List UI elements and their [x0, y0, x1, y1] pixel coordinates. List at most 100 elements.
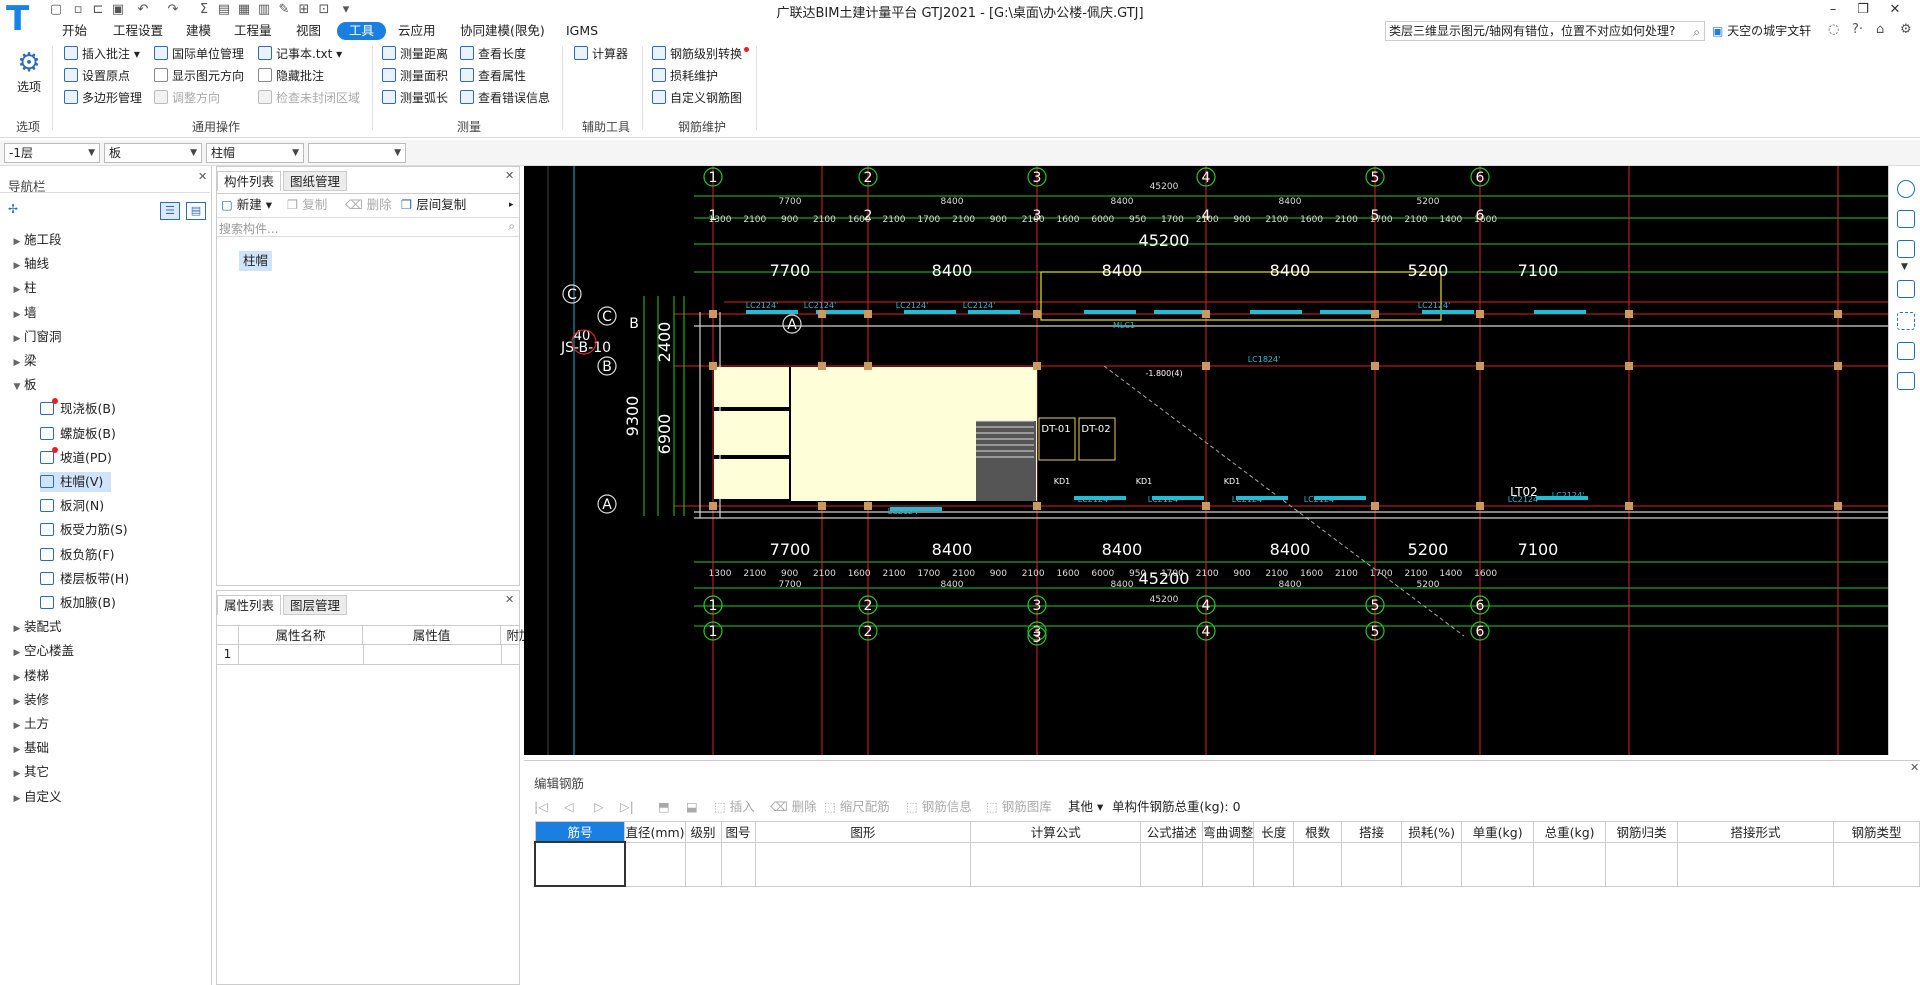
nav-item[interactable]: ▶ 其它 [0, 762, 210, 782]
cube-icon[interactable] [1897, 240, 1915, 258]
polygon-manage-button[interactable]: 多边形管理 [64, 88, 142, 108]
rebar-cell[interactable] [1140, 841, 1204, 887]
rebar-cell[interactable] [720, 841, 756, 887]
move-up-icon[interactable]: ⬒ [658, 797, 670, 817]
close-icon[interactable]: ✕ [1910, 761, 1919, 774]
nav-item[interactable]: ▶ 土方 [0, 714, 210, 734]
nav-sub-item[interactable]: 现浇板(B) [40, 398, 124, 419]
property-row[interactable]: 1 [217, 645, 519, 665]
menu-cloud[interactable]: 云应用 [392, 22, 442, 40]
floor-select[interactable]: -1层 ▼ [4, 143, 100, 163]
rebar-cell[interactable] [754, 841, 972, 887]
close-icon[interactable]: ✕ [1882, 0, 1908, 20]
new-component-button[interactable]: ▢ 新建 ▾ [221, 195, 272, 215]
other-dropdown[interactable]: 其他 ▾ [1068, 797, 1103, 817]
nav-item[interactable]: ▼ 板 [0, 375, 210, 395]
nav-sub-item[interactable]: 板加腋(B) [40, 593, 124, 613]
nav-sub-item[interactable]: 楼层板带(H) [40, 569, 137, 589]
rebar-cell[interactable] [1401, 841, 1463, 887]
rebar-info-button[interactable]: ⬚ 钢筋信息 [906, 797, 972, 817]
list-view-icon[interactable]: ☰ [160, 202, 180, 220]
cad-drawing-canvas[interactable]: 1 2 3 4 5 6 1 2 3 4 5 6 1 2 3 4 5 6 1 2 3 4 5 6 3 C C B B A A 7700 8400 8… [524, 166, 1888, 755]
more-arrow-icon[interactable]: ▸ [509, 195, 514, 215]
chat-icon[interactable]: ◌ [1828, 22, 1839, 37]
nav-item[interactable]: ▶ 楼梯 [0, 666, 210, 686]
nav-item[interactable]: ▶ 门窗洞 [0, 327, 210, 347]
nav-sub-item[interactable]: 螺旋板(B) [40, 424, 124, 444]
box-icon[interactable] [1897, 280, 1915, 298]
rebar-cell[interactable] [1605, 841, 1679, 887]
component-select[interactable]: ▼ [308, 143, 406, 163]
pin-icon[interactable]: ✢ [8, 202, 18, 216]
hide-comment-checkbox[interactable]: 隐藏批注 [258, 66, 324, 86]
menu-igms[interactable]: IGMS [560, 22, 604, 40]
fit-view-icon[interactable] [1897, 312, 1915, 330]
adjust-direction-button[interactable]: 调整方向 [154, 88, 220, 108]
copy-button[interactable]: ❐ 复制 [287, 195, 327, 215]
help-search-input[interactable]: 类层三维显示图元/轴网有错位，位置不对应如何处理? ⌕ [1385, 21, 1705, 41]
nav-item[interactable]: ▶ 柱 [0, 278, 210, 298]
rotate-icon[interactable] [1897, 342, 1915, 360]
rebar-cell[interactable] [970, 841, 1142, 887]
nav-item[interactable]: ▶ 自定义 [0, 787, 210, 807]
search-icon[interactable]: ⌕ [1693, 23, 1700, 40]
nav-item[interactable]: ▶ 轴线 [0, 254, 210, 274]
tab-layer-manage[interactable]: 图层管理 [283, 595, 348, 615]
rebar-grade-convert-button[interactable]: 钢筋级别转换 [652, 44, 750, 64]
unit-manage-button[interactable]: 国际单位管理 [154, 44, 244, 64]
custom-rebar-button[interactable]: 自定义钢筋图 [652, 88, 742, 108]
last-icon[interactable]: ▷| [620, 797, 634, 817]
user-name[interactable]: ▣ 天空の城宇文轩 [1712, 22, 1811, 39]
delete-button[interactable]: ⌫ 删除 [345, 195, 392, 215]
copy-across-floors-button[interactable]: ❐ 层间复制 [401, 195, 466, 215]
tab-property-list[interactable]: 属性列表 [217, 595, 282, 615]
nav-sub-item[interactable]: 板负筋(F) [40, 545, 122, 565]
measure-distance-button[interactable]: 测量距离 [382, 44, 448, 64]
rebar-cell[interactable] [624, 841, 686, 887]
component-item[interactable]: 柱帽 [239, 251, 273, 271]
calculator-button[interactable]: 计算器 [574, 44, 628, 64]
close-icon[interactable]: ✕ [505, 593, 514, 606]
measure-arc-button[interactable]: 测量弧长 [382, 88, 448, 108]
rebar-cell[interactable] [1202, 841, 1255, 887]
rebar-cell[interactable] [1253, 841, 1295, 887]
type-select[interactable]: 柱帽 ▼ [206, 143, 304, 163]
nav-item[interactable]: ▶ 梁 [0, 351, 210, 371]
nav-sub-item[interactable]: 坡道(PD) [40, 446, 120, 468]
rebar-cell[interactable] [1461, 841, 1535, 887]
rebar-cell[interactable] [534, 841, 626, 887]
restore-icon[interactable]: ❐ [1850, 0, 1876, 20]
close-icon[interactable]: ✕ [198, 170, 207, 183]
rebar-cell[interactable] [1341, 841, 1403, 887]
menu-quantity[interactable]: 工程量 [228, 22, 278, 40]
prev-icon[interactable]: ◁ [564, 797, 574, 817]
show-direction-checkbox[interactable]: 显示图元方向 [154, 66, 244, 86]
insert-comment-button[interactable]: 插入批注 ▾ [64, 44, 140, 64]
chevron-down-icon[interactable]: ▼ [1901, 262, 1908, 272]
2d-view-icon[interactable] [1897, 210, 1915, 228]
first-icon[interactable]: |◁ [534, 797, 548, 817]
category-select[interactable]: 板 ▼ [104, 143, 202, 163]
menu-start[interactable]: 开始 [56, 22, 93, 40]
loss-maintenance-button[interactable]: 损耗维护 [652, 66, 718, 86]
view-property-button[interactable]: 查看属性 [460, 66, 526, 86]
view-length-button[interactable]: 查看长度 [460, 44, 526, 64]
rebar-cell[interactable] [1832, 841, 1920, 887]
rebar-cell[interactable] [1293, 841, 1343, 887]
menu-project-settings[interactable]: 工程设置 [107, 22, 169, 40]
nav-sub-item[interactable]: 板洞(N) [40, 496, 112, 516]
delete-rebar-button[interactable]: ⌫ 删除 [770, 797, 817, 817]
component-search-input[interactable]: 搜索构件... ⌕ [217, 217, 519, 237]
floor-plan-drawing[interactable]: 1 2 3 4 5 61 2 3 4 5 61 2 3 4 5 61 2 3 4 5 63CC BBAA7700 8400 8… [524, 166, 1888, 755]
minimize-icon[interactable]: – [1820, 0, 1846, 20]
help-icon[interactable]: ?· [1852, 22, 1863, 37]
view-error-button[interactable]: 查看错误信息 [460, 88, 550, 108]
settings-icon[interactable]: ⚙ [1900, 22, 1912, 37]
options-button[interactable]: ⚙ 选项 [12, 48, 46, 95]
set-origin-button[interactable]: 设置原点 [64, 66, 130, 86]
nav-sub-item[interactable]: 柱帽(V) [40, 472, 112, 492]
insert-button[interactable]: ⬚ 插入 [714, 797, 755, 817]
move-down-icon[interactable]: ⬓ [686, 797, 698, 817]
rebar-library-button[interactable]: ⬚ 钢筋图库 [986, 797, 1052, 817]
check-closed-area-button[interactable]: 检查未封闭区域 [258, 88, 360, 108]
